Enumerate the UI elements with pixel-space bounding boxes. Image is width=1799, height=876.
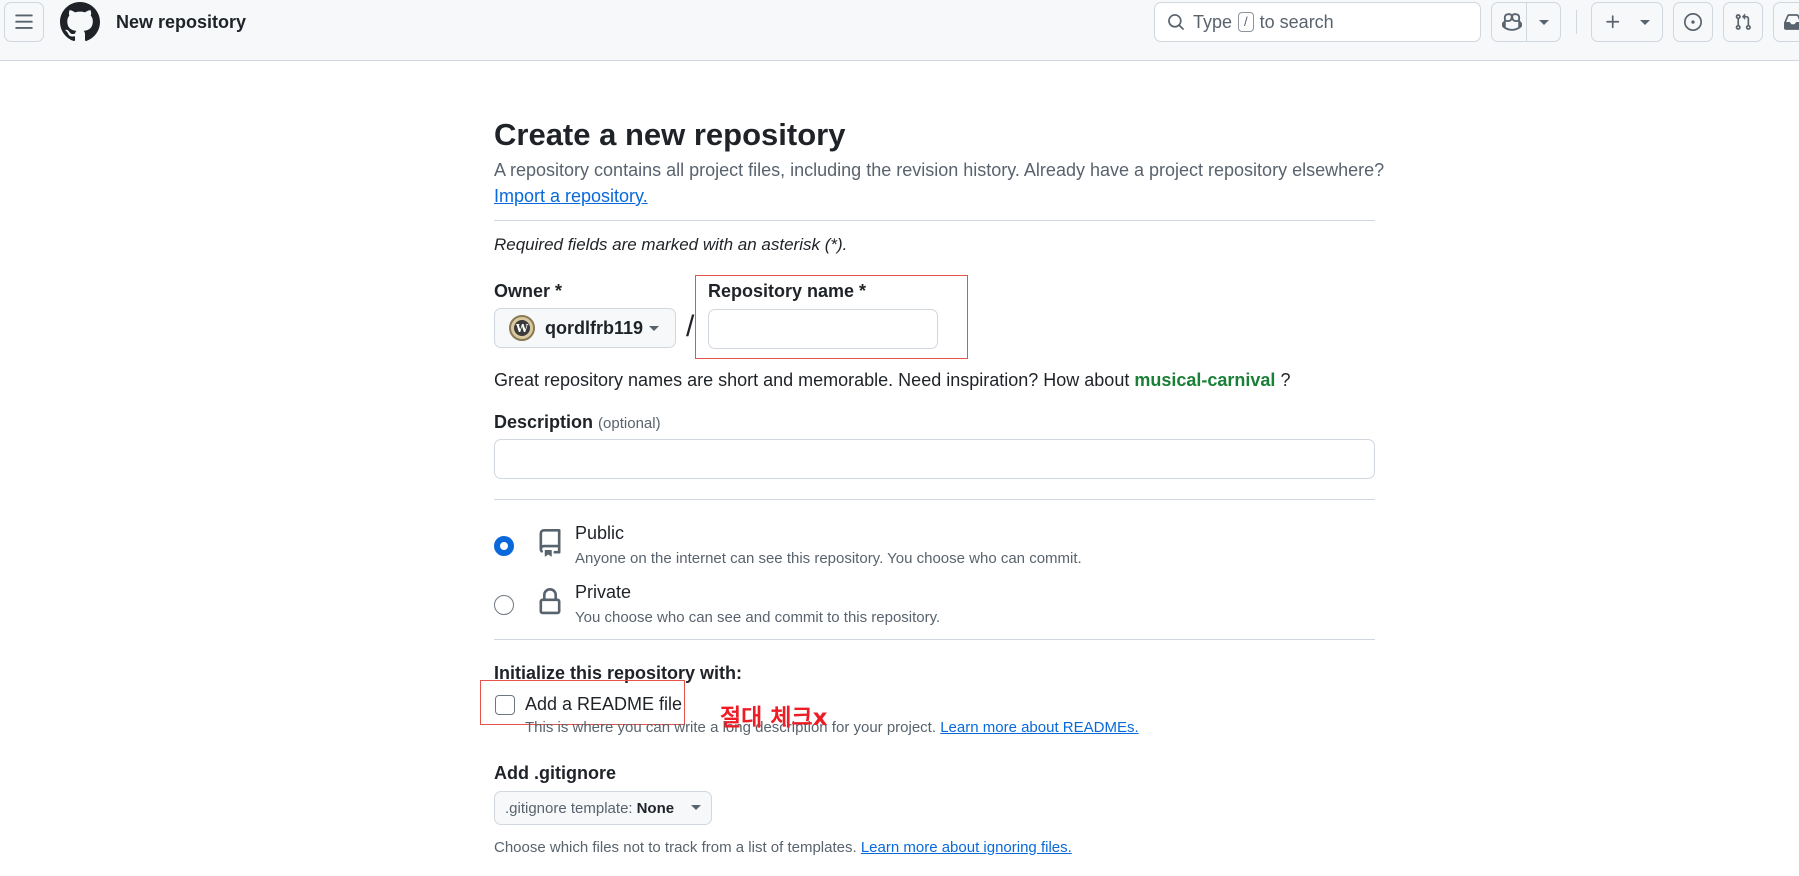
avatar: W xyxy=(509,315,535,341)
gitignore-button-prefix: .gitignore template: xyxy=(505,799,633,817)
chevron-down-icon xyxy=(649,326,659,331)
menu-button[interactable] xyxy=(4,2,44,42)
search-suffix: to search xyxy=(1259,11,1334,32)
public-description: Anyone on the internet can see this repo… xyxy=(575,550,1082,567)
hamburger-icon xyxy=(15,14,33,29)
git-pull-request-icon xyxy=(1735,13,1751,30)
readme-label[interactable]: Add a README file xyxy=(525,694,682,715)
private-title: Private xyxy=(575,582,632,602)
gitignore-button-value: None xyxy=(636,799,675,817)
suggested-name-link[interactable]: musical-carnival xyxy=(1134,370,1275,390)
import-repository-link[interactable]: Import a repository. xyxy=(494,186,648,207)
learn-more-ignoring-files-link[interactable]: Learn more about ignoring files. xyxy=(861,839,1072,856)
readme-checkbox[interactable] xyxy=(495,695,515,715)
owner-value: qordlfrb119 xyxy=(545,317,644,338)
divider xyxy=(494,639,1375,640)
private-description: You choose who can see and commit to thi… xyxy=(575,609,941,626)
chevron-down-icon xyxy=(1640,19,1650,25)
optional-tag: (optional) xyxy=(598,415,661,432)
copilot-button[interactable] xyxy=(1491,2,1561,42)
search-shortcut-key: / xyxy=(1238,12,1254,32)
gitignore-template-dropdown[interactable]: .gitignore template: None xyxy=(494,791,712,825)
issue-opened-icon xyxy=(1684,13,1702,31)
issues-button[interactable] xyxy=(1673,2,1713,42)
github-logo-icon[interactable] xyxy=(59,2,100,42)
repository-name-input[interactable] xyxy=(708,309,938,349)
divider xyxy=(494,220,1375,221)
chevron-down-icon[interactable] xyxy=(1539,19,1549,25)
pull-requests-button[interactable] xyxy=(1723,2,1763,42)
gitignore-description: Choose which files not to track from a l… xyxy=(494,839,1072,856)
description-label-text: Description xyxy=(494,412,594,432)
search-prefix: Type xyxy=(1193,11,1233,32)
name-hint-prefix: Great repository names are short and mem… xyxy=(494,370,1130,390)
create-new-button[interactable] xyxy=(1591,2,1663,42)
public-radio[interactable] xyxy=(494,536,514,556)
page-title: Create a new repository xyxy=(494,117,846,152)
divider xyxy=(1576,10,1577,34)
gitignore-label: Add .gitignore xyxy=(494,763,616,783)
plus-icon xyxy=(1606,15,1620,29)
context-title[interactable]: New repository xyxy=(116,12,246,33)
description-input[interactable] xyxy=(494,439,1375,479)
annotation-text: 절대 체크x xyxy=(720,705,828,731)
required-fields-note: Required fields are marked with an aster… xyxy=(494,235,848,254)
visibility-public-option[interactable]: Public Anyone on the internet can see th… xyxy=(494,522,1375,572)
description-label: Description (optional) xyxy=(494,412,661,433)
public-title: Public xyxy=(575,523,625,543)
divider xyxy=(1526,3,1527,41)
lock-icon xyxy=(539,588,561,615)
search-icon xyxy=(1168,14,1184,30)
private-radio[interactable] xyxy=(494,595,514,615)
readme-description: This is where you can write a long descr… xyxy=(525,719,1139,736)
repo-icon xyxy=(539,529,561,557)
owner-repo-separator: / xyxy=(686,310,695,343)
name-hint-suffix: ? xyxy=(1280,370,1291,390)
visibility-private-option[interactable]: Private You choose who can see and commi… xyxy=(494,581,1375,631)
search-input[interactable]: Type / to search xyxy=(1154,2,1481,42)
chevron-down-icon xyxy=(691,805,701,810)
copilot-icon xyxy=(1502,13,1522,31)
repository-name-label: Repository name * xyxy=(708,281,867,301)
inbox-button[interactable] xyxy=(1773,2,1799,42)
name-hint: Great repository names are short and mem… xyxy=(494,370,1290,391)
learn-more-readmes-link[interactable]: Learn more about READMEs. xyxy=(940,719,1138,736)
divider xyxy=(494,499,1375,500)
page-subtitle: A repository contains all project files,… xyxy=(494,160,1385,180)
owner-dropdown[interactable]: W qordlfrb119 xyxy=(494,308,676,348)
global-header: New repository Type / to search xyxy=(0,0,1799,61)
owner-label: Owner * xyxy=(494,281,563,301)
gitignore-description-text: Choose which files not to track from a l… xyxy=(494,839,857,856)
inbox-icon xyxy=(1784,14,1799,30)
